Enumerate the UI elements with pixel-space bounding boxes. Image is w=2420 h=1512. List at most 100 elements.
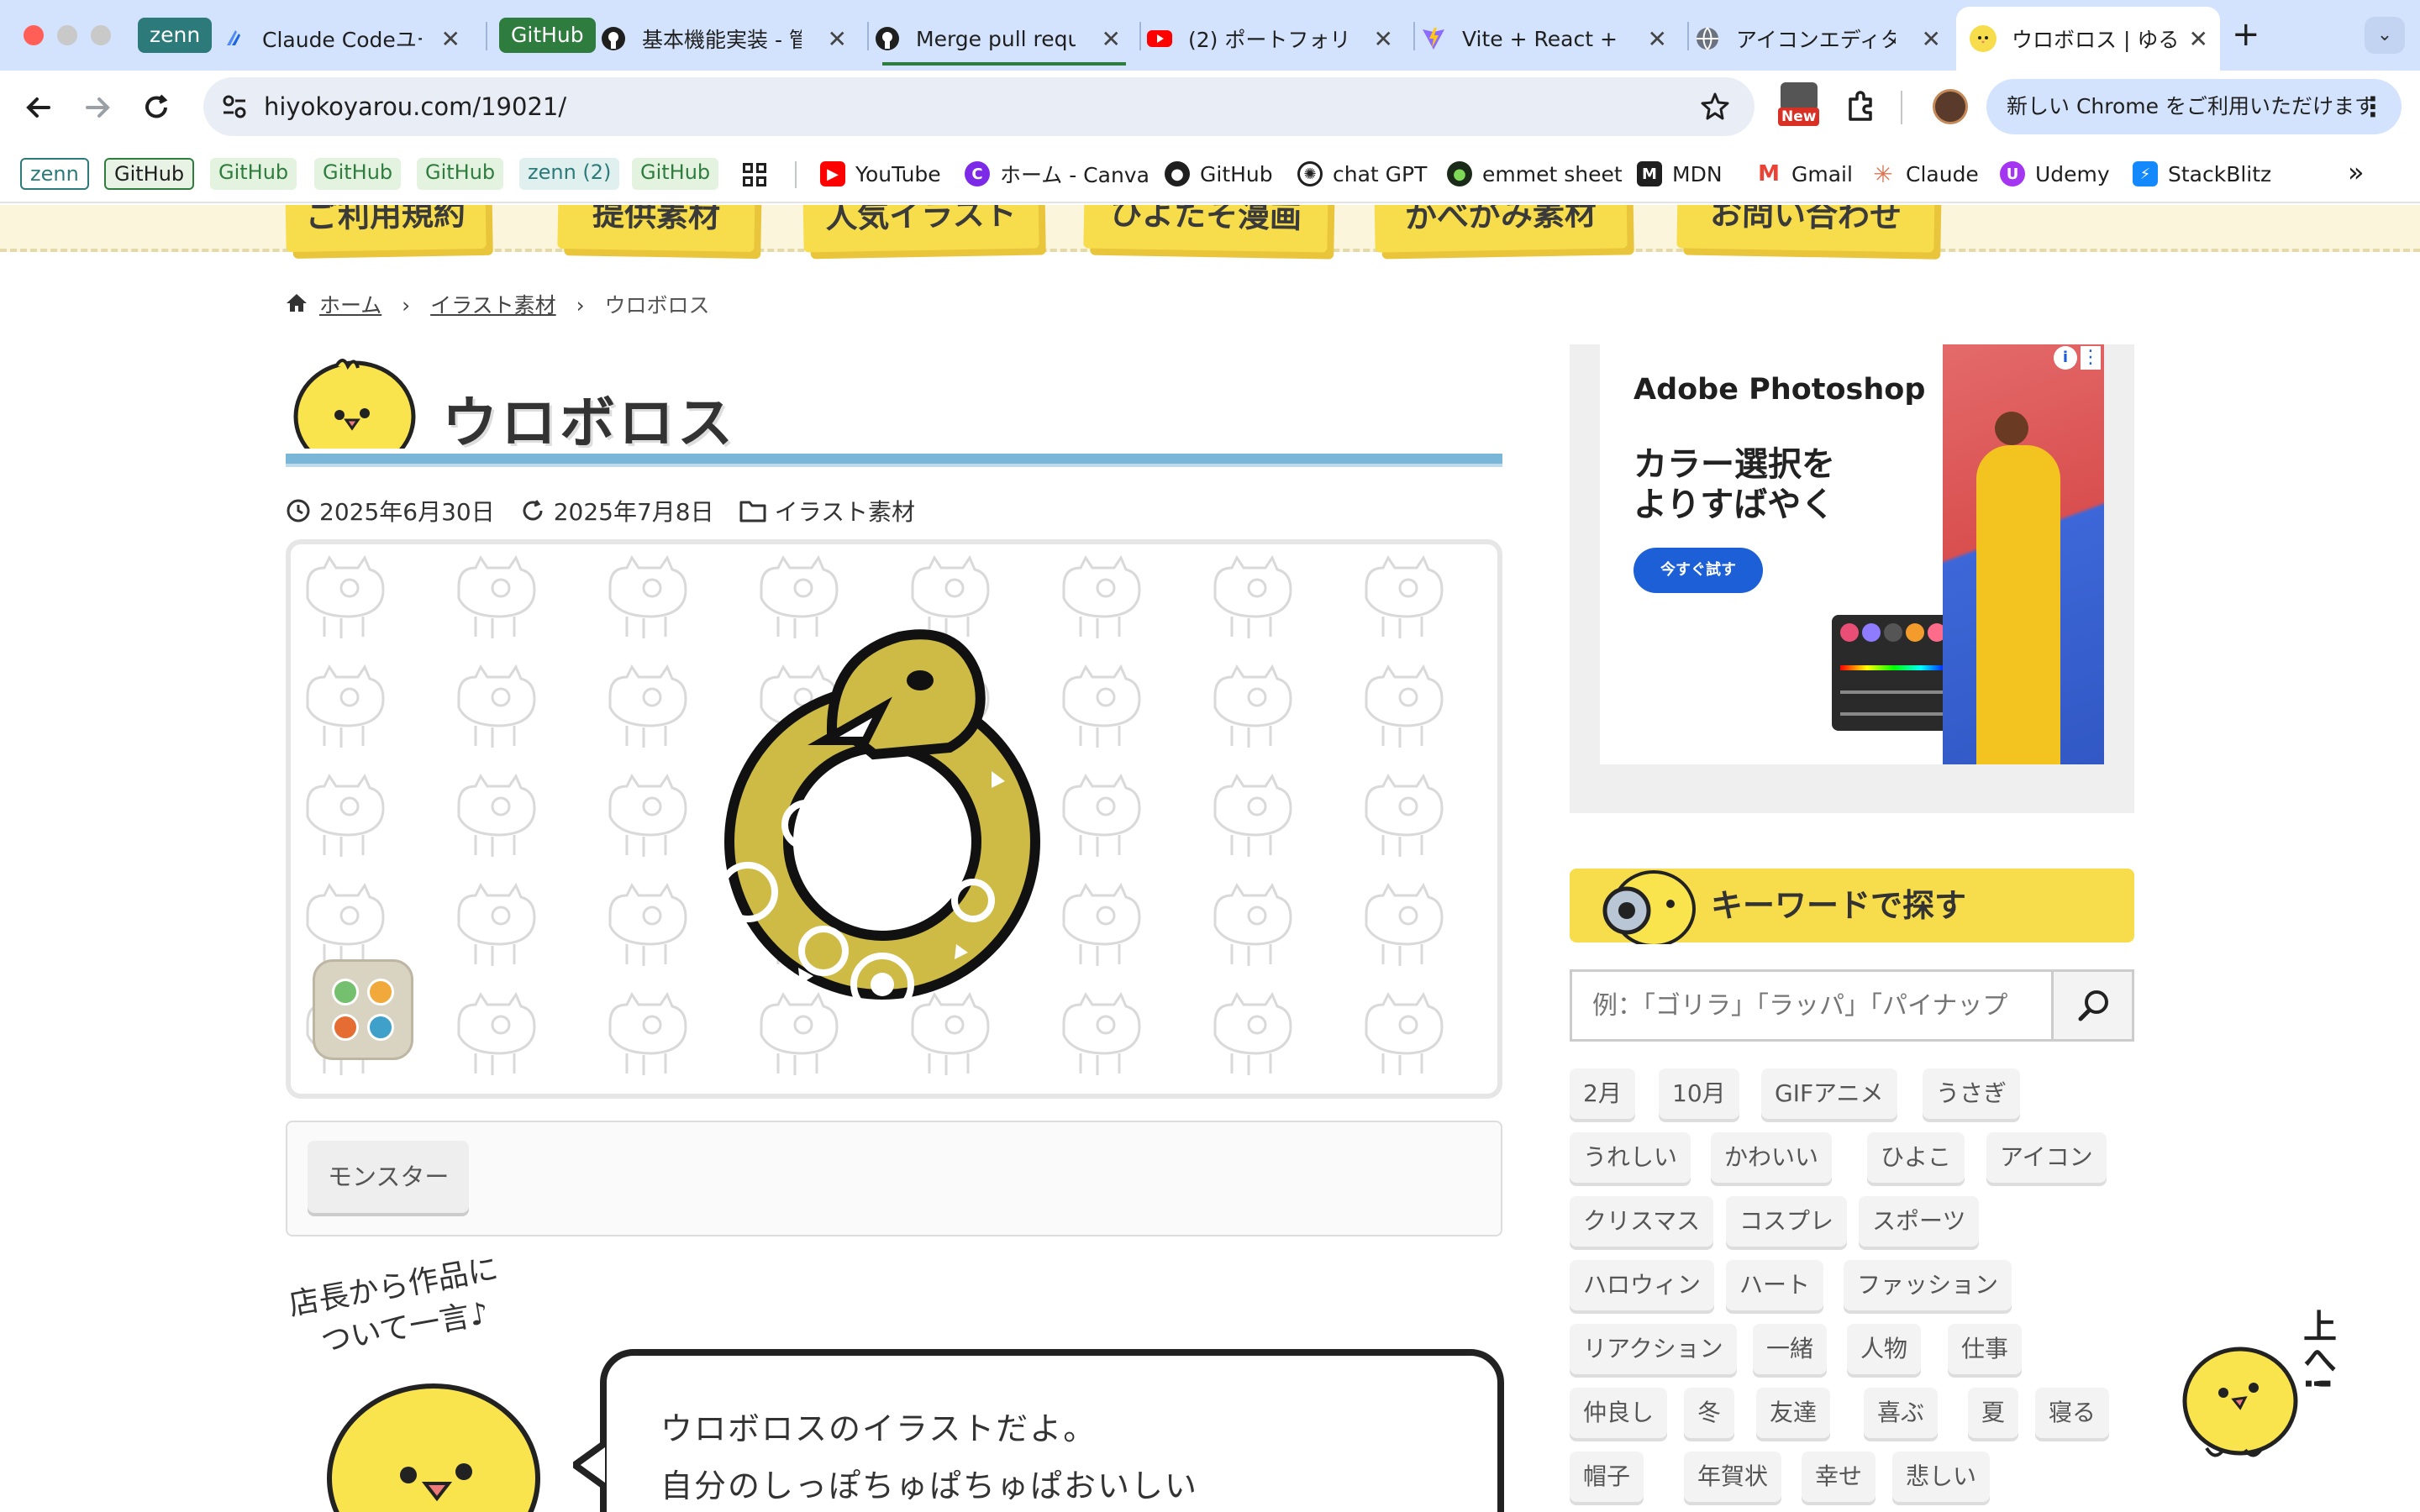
keyword-tag[interactable]: コスプレ bbox=[1726, 1196, 1848, 1247]
keyword-tag[interactable]: GIFアニメ bbox=[1761, 1068, 1897, 1119]
back-to-top-button[interactable]: 上へ! bbox=[2173, 1300, 2341, 1468]
tab-github-issue[interactable]: 基本機能実装 - 管 ✕ bbox=[600, 7, 859, 71]
bookmark-canva[interactable]: C ホーム - Canva bbox=[965, 156, 1150, 192]
tag-monster[interactable]: モンスター bbox=[308, 1141, 470, 1213]
keyword-tag[interactable]: 10月 bbox=[1659, 1068, 1739, 1119]
puzzle-icon bbox=[1849, 91, 1872, 121]
site-info-icon[interactable] bbox=[220, 92, 249, 121]
bookmark-chatgpt[interactable]: ✺ chat GPT bbox=[1297, 156, 1427, 192]
tab-youtube[interactable]: (2) ポートフォリ ✕ bbox=[1146, 7, 1405, 71]
keyword-tag[interactable]: 友達 bbox=[1756, 1388, 1831, 1438]
keyword-tag[interactable]: 2月 bbox=[1570, 1068, 1635, 1119]
bookmark-folder[interactable]: GitHub bbox=[210, 158, 297, 190]
keyword-tag[interactable]: うれしい bbox=[1570, 1132, 1691, 1183]
breadcrumb-home[interactable]: ホーム bbox=[319, 293, 381, 318]
keyword-tag[interactable]: ひよこ bbox=[1867, 1132, 1965, 1183]
keyword-tag[interactable]: 仕事 bbox=[1948, 1324, 2023, 1374]
profile-avatar[interactable] bbox=[1933, 89, 1968, 124]
bookmark-youtube[interactable]: ▶ YouTube bbox=[820, 156, 941, 192]
keyword-tag[interactable]: ハート bbox=[1726, 1260, 1824, 1310]
bookmark-gmail[interactable]: M Gmail bbox=[1756, 156, 1853, 192]
nav-wallpaper[interactable]: かべがみ素材 bbox=[1374, 205, 1628, 253]
chrome-update-button[interactable]: 新しい Chrome をご利用いただけます ⋮ bbox=[1986, 79, 2402, 134]
star-icon[interactable] bbox=[1699, 91, 1731, 123]
ad-more-icon[interactable]: ⋮ bbox=[2081, 346, 2101, 370]
ad-cta-button[interactable]: 今すぐ試す bbox=[1634, 548, 1763, 593]
close-window-button[interactable] bbox=[24, 25, 44, 45]
keyword-tag[interactable]: 幸せ bbox=[1802, 1452, 1876, 1502]
keyword-tag[interactable]: 冬 bbox=[1684, 1388, 1735, 1438]
ad-banner[interactable]: Adobe Photoshop カラー選択を よりすばやく 今すぐ試す i ⋮ bbox=[1570, 344, 2134, 813]
tab-close-icon[interactable]: ✕ bbox=[441, 25, 460, 53]
bookmark-folder[interactable]: GitHub bbox=[314, 158, 402, 190]
tab-close-icon[interactable]: ✕ bbox=[1922, 25, 1941, 53]
breadcrumb-category[interactable]: イラスト素材 bbox=[430, 293, 556, 318]
tab-close-icon[interactable]: ✕ bbox=[2189, 25, 2208, 53]
apps-grid-icon[interactable] bbox=[743, 163, 766, 186]
keyword-tag[interactable]: うさぎ bbox=[1923, 1068, 2021, 1119]
tab-group-github[interactable]: GitHub bbox=[499, 18, 596, 53]
keyword-tag[interactable]: リアクション bbox=[1570, 1324, 1737, 1374]
extension-button[interactable]: New bbox=[1778, 82, 1820, 131]
bookmark-folder[interactable]: zenn bbox=[20, 158, 89, 190]
keyword-tag[interactable]: クリスマス bbox=[1570, 1196, 1714, 1247]
keyword-tag[interactable]: ハロウィン bbox=[1570, 1260, 1715, 1310]
bookmark-folder[interactable]: GitHub bbox=[417, 158, 504, 190]
keyword-tag[interactable]: ファッション bbox=[1844, 1260, 2012, 1310]
tab-vite[interactable]: Vite + React + T ✕ bbox=[1420, 7, 1679, 71]
app-launcher-overlay[interactable] bbox=[313, 959, 413, 1060]
nav-terms[interactable]: ご利用規約 bbox=[285, 205, 487, 253]
bookmark-folder[interactable]: GitHub bbox=[104, 158, 195, 190]
address-bar[interactable]: hiyokoyarou.com/19021/ bbox=[203, 77, 1754, 136]
tab-uroboros-active[interactable]: ウロボロス | ゆる ✕ bbox=[1956, 7, 2220, 71]
more-vert-icon[interactable]: ⋮ bbox=[2360, 79, 2386, 134]
keyword-tag[interactable]: 年賀状 bbox=[1684, 1452, 1782, 1502]
tab-claude-code[interactable]: Claude Codeユー ✕ bbox=[220, 7, 472, 71]
nav-contact[interactable]: お問い合わせ bbox=[1676, 205, 1935, 253]
bookmark-udemy[interactable]: U Udemy bbox=[2000, 156, 2110, 192]
keyword-tag[interactable]: 夏 bbox=[1968, 1388, 2019, 1438]
tab-close-icon[interactable]: ✕ bbox=[1374, 25, 1393, 53]
reload-button[interactable] bbox=[138, 89, 175, 126]
back-button[interactable] bbox=[20, 89, 57, 126]
keyword-tag[interactable]: 仲良し bbox=[1570, 1388, 1668, 1438]
tab-merge-pr[interactable]: Merge pull requ ✕ bbox=[874, 7, 1133, 71]
bookmark-folder[interactable]: GitHub bbox=[632, 158, 719, 190]
tab-search-button[interactable]: ⌄ bbox=[2365, 17, 2405, 54]
tab-group-zenn[interactable]: zenn bbox=[138, 18, 213, 53]
bookmark-stackblitz[interactable]: ⚡ StackBlitz bbox=[2133, 156, 2271, 192]
keyword-tag[interactable]: 寝る bbox=[2035, 1388, 2110, 1438]
keyword-tag[interactable]: 悲しい bbox=[1892, 1452, 1991, 1502]
bookmark-mdn[interactable]: M MDN bbox=[1637, 156, 1723, 192]
bookmark-claude[interactable]: ✳ Claude bbox=[1870, 156, 1979, 192]
ad-info-icon[interactable]: i bbox=[2054, 346, 2077, 370]
tab-close-icon[interactable]: ✕ bbox=[1648, 25, 1667, 53]
new-tab-button[interactable]: + bbox=[2232, 15, 2260, 54]
nav-materials[interactable]: 提供素材 bbox=[557, 205, 755, 253]
url-text[interactable]: hiyokoyarou.com/19021/ bbox=[264, 77, 566, 136]
search-submit-button[interactable] bbox=[2051, 972, 2132, 1039]
bookmark-folder[interactable]: zenn (2) bbox=[519, 158, 620, 190]
keyword-tag[interactable]: かわいい bbox=[1711, 1132, 1833, 1183]
keyword-tag[interactable]: アイコン bbox=[1986, 1132, 2107, 1183]
tab-close-icon[interactable]: ✕ bbox=[1102, 25, 1121, 53]
keyword-tag[interactable]: 一緒 bbox=[1753, 1324, 1828, 1374]
keyword-tag[interactable]: 帽子 bbox=[1570, 1452, 1644, 1502]
forward-button[interactable] bbox=[79, 89, 116, 126]
nav-manga[interactable]: ひよたそ漫画 bbox=[1083, 205, 1328, 253]
keyword-tag[interactable]: スポーツ bbox=[1859, 1196, 1980, 1247]
extensions-button[interactable] bbox=[1842, 87, 1881, 126]
more-bookmarks-button[interactable]: » bbox=[2348, 156, 2365, 188]
maximize-window-button[interactable] bbox=[91, 25, 111, 45]
bookmark-emmet[interactable]: ● emmet sheet bbox=[1447, 156, 1623, 192]
minimize-window-button[interactable] bbox=[57, 25, 77, 45]
bookmark-github[interactable]: ● GitHub bbox=[1165, 156, 1273, 192]
tab-close-icon[interactable]: ✕ bbox=[828, 25, 847, 53]
post-category[interactable]: イラスト素材 bbox=[739, 494, 915, 528]
keyword-tag[interactable]: 人物 bbox=[1847, 1324, 1922, 1374]
keyword-search-input[interactable] bbox=[1572, 972, 2054, 1039]
nav-popular[interactable]: 人気イラスト bbox=[802, 205, 1039, 253]
tab-icon-editor[interactable]: アイコンエディタ ✕ bbox=[1694, 7, 1953, 71]
keyword-tag[interactable]: 喜ぶ bbox=[1864, 1388, 1939, 1438]
ad-creative[interactable]: Adobe Photoshop カラー選択を よりすばやく 今すぐ試す i ⋮ bbox=[1600, 344, 2104, 764]
